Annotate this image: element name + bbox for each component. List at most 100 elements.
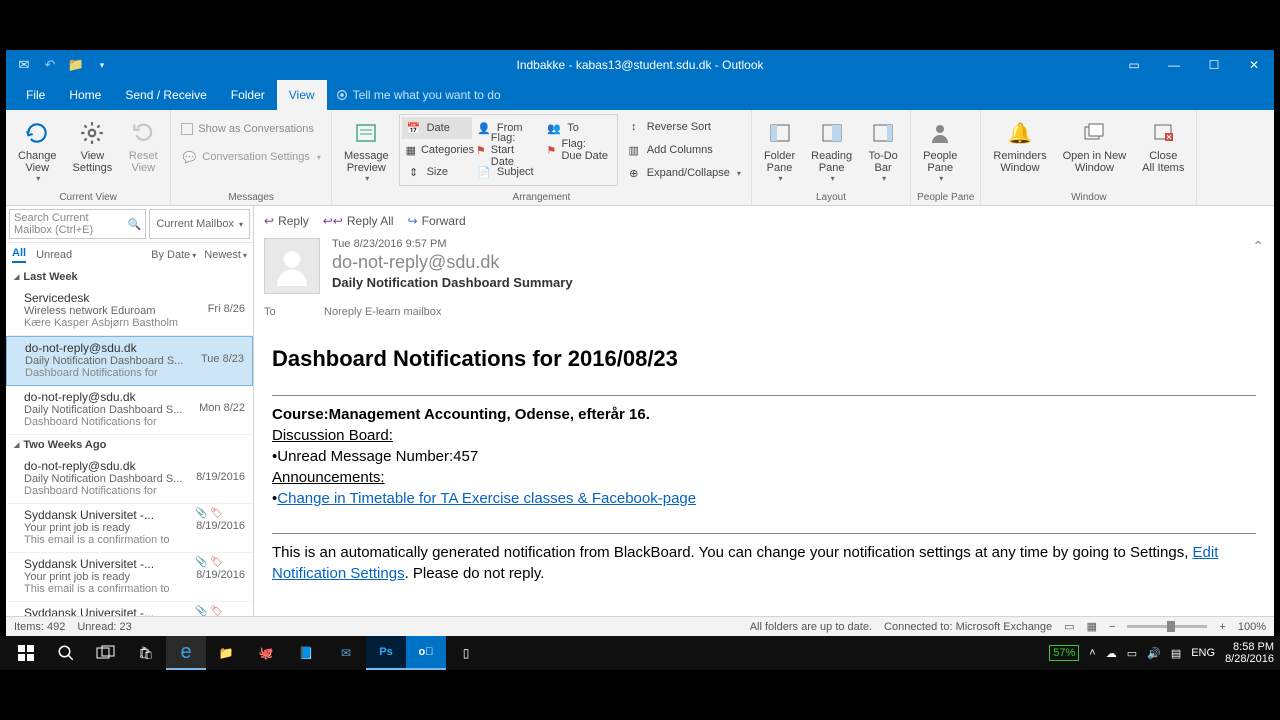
maximize-button[interactable]: ☐ [1194, 50, 1234, 80]
store-app-icon[interactable]: 🛍 [126, 636, 166, 670]
close-all-button[interactable]: Close All Items [1136, 114, 1190, 178]
task-view-button[interactable] [86, 636, 126, 670]
change-view-button[interactable]: Change View [12, 114, 63, 187]
photoshop-app-icon[interactable]: Ps [366, 636, 406, 670]
window-icon [1079, 118, 1109, 148]
zoom-in-button[interactable]: + [1219, 621, 1225, 633]
message-preview-button[interactable]: Message Preview [338, 114, 395, 187]
arrange-subject[interactable]: 📄Subject [472, 161, 542, 183]
zoom-out-button[interactable]: − [1109, 621, 1115, 633]
expand-collapse-button[interactable]: ⊕Expand/Collapse [622, 162, 745, 184]
forward-button[interactable]: ↪Forward [408, 214, 466, 228]
message-list[interactable]: Last Week Servicedesk Wireless network E… [6, 267, 253, 616]
reminders-button[interactable]: 🔔Reminders Window [987, 114, 1052, 178]
todo-bar-button[interactable]: To-Do Bar [862, 114, 904, 187]
mail-app-icon[interactable]: ✉ [326, 636, 366, 670]
date-icon: 📅 [406, 120, 422, 136]
search-scope-dropdown[interactable]: Current Mailbox [149, 209, 250, 239]
group-two-weeks[interactable]: Two Weeks Ago [6, 435, 253, 455]
columns-icon: ▥ [626, 142, 642, 158]
language-indicator[interactable]: ENG [1191, 647, 1215, 659]
app-icon[interactable]: 📘 [286, 636, 326, 670]
qat-undo-icon[interactable]: ↶ [42, 57, 58, 73]
reading-pane-button[interactable]: Reading Pane [805, 114, 858, 187]
view-settings-button[interactable]: View Settings [67, 114, 119, 178]
clock[interactable]: 8:58 PM 8/28/2016 [1225, 641, 1274, 665]
tab-file[interactable]: File [14, 80, 57, 110]
arrange-categories[interactable]: ▦Categories [402, 139, 472, 161]
qat-folder-icon[interactable]: 📁 [68, 57, 84, 73]
show-conversations-checkbox[interactable]: Show as Conversations [177, 118, 318, 140]
footer-text: This is an automatically generated notif… [272, 542, 1256, 584]
search-button[interactable] [46, 636, 86, 670]
qat-customize-icon[interactable]: ▾ [94, 57, 110, 73]
group-label-layout: Layout [758, 190, 904, 205]
action-center-icon[interactable]: ▭ [1127, 647, 1137, 660]
explorer-app-icon[interactable]: 📁 [206, 636, 246, 670]
reverse-sort-button[interactable]: ↕Reverse Sort [622, 116, 745, 138]
tell-me-search[interactable]: Tell me what you want to do [327, 80, 501, 110]
arrange-flag-start[interactable]: ⚑Flag: Start Date [472, 139, 542, 161]
onedrive-icon[interactable]: ☁ [1106, 647, 1117, 660]
filter-all[interactable]: All [12, 247, 26, 263]
document-app-icon[interactable]: ▯ [446, 636, 486, 670]
outlook-app-icon[interactable]: o⃞ [406, 636, 446, 670]
group-last-week[interactable]: Last Week [6, 267, 253, 287]
status-bar: Items: 492 Unread: 23 All folders are up… [6, 616, 1274, 636]
arrange-date[interactable]: 📅Date [402, 117, 472, 139]
message-item[interactable]: Syddansk Universitet -... Your print job… [6, 504, 253, 553]
arrange-to[interactable]: 👥To [542, 117, 612, 139]
flag-icon: 🏷 [210, 557, 223, 568]
close-button[interactable]: ✕ [1234, 50, 1274, 80]
sort-by-date[interactable]: By Date [151, 249, 196, 261]
reply-button[interactable]: ↩Reply [264, 214, 309, 228]
tab-home[interactable]: Home [57, 80, 113, 110]
reply-all-button[interactable]: ↩↩Reply All [323, 214, 394, 228]
qat-sendreceive-icon[interactable]: ✉ [16, 57, 32, 73]
conversation-settings-button[interactable]: 💬Conversation Settings [177, 146, 325, 168]
sender-avatar [264, 238, 320, 294]
minimize-button[interactable]: — [1154, 50, 1194, 80]
reset-view-button[interactable]: Reset View [122, 114, 164, 178]
tray-chevron-icon[interactable]: ˄ [1089, 647, 1095, 659]
message-list-pane: Search Current Mailbox (Ctrl+E)🔍 Current… [6, 206, 254, 616]
preview-icon [351, 118, 381, 148]
expand-header-icon[interactable]: ⌃ [1252, 238, 1264, 294]
arrange-size[interactable]: ⇕Size [402, 161, 472, 183]
view-reading-icon[interactable]: ▦ [1087, 620, 1097, 633]
app-icon[interactable]: 🐙 [246, 636, 286, 670]
tab-view[interactable]: View [277, 80, 327, 110]
search-input[interactable]: Search Current Mailbox (Ctrl+E)🔍 [9, 209, 146, 239]
battery-icon[interactable]: 57% [1049, 645, 1079, 661]
new-window-button[interactable]: Open in New Window [1057, 114, 1133, 178]
folder-pane-button[interactable]: Folder Pane [758, 114, 801, 187]
volume-icon[interactable]: 🔊 [1147, 647, 1161, 660]
add-columns-button[interactable]: ▥Add Columns [622, 139, 745, 161]
message-item[interactable]: do-not-reply@sdu.dk Daily Notification D… [6, 336, 253, 386]
announcement-link[interactable]: Change in Timetable for TA Exercise clas… [277, 490, 696, 507]
edge-app-icon[interactable]: e [166, 636, 206, 670]
message-item[interactable]: do-not-reply@sdu.dk Daily Notification D… [6, 386, 253, 435]
arrangement-gallery[interactable]: 📅Date 👤From 👥To ▦Categories ⚑Flag: Start… [399, 114, 618, 186]
tab-send-receive[interactable]: Send / Receive [113, 80, 218, 110]
reading-pane: ↩Reply ↩↩Reply All ↪Forward Tue 8/23/201… [254, 206, 1274, 616]
change-view-icon [22, 118, 52, 148]
todo-icon [868, 118, 898, 148]
filter-unread[interactable]: Unread [36, 249, 72, 261]
tab-folder[interactable]: Folder [219, 80, 277, 110]
view-normal-icon[interactable]: ▭ [1064, 620, 1074, 633]
people-pane-button[interactable]: People Pane [917, 114, 963, 187]
message-item[interactable]: do-not-reply@sdu.dk Daily Notification D… [6, 455, 253, 504]
taskbar[interactable]: 🛍 e 📁 🐙 📘 ✉ Ps o⃞ ▯ 57% ˄ ☁ ▭ 🔊 ▤ ENG 8:… [0, 636, 1280, 670]
start-button[interactable] [6, 636, 46, 670]
sort-newest[interactable]: Newest [204, 249, 247, 261]
message-body: Dashboard Notifications for 2016/08/23 C… [264, 328, 1264, 600]
message-item[interactable]: Syddansk Universitet -... Your print job… [6, 553, 253, 602]
status-items: Items: 492 [14, 621, 65, 633]
ribbon-options-icon[interactable]: ▭ [1114, 50, 1154, 80]
zoom-slider[interactable] [1127, 625, 1207, 628]
network-icon[interactable]: ▤ [1171, 647, 1181, 660]
message-item[interactable]: Servicedesk Wireless network Eduroam Kær… [6, 287, 253, 336]
arrange-flag-due[interactable]: ⚑Flag: Due Date [542, 139, 612, 161]
message-item[interactable]: Syddansk Universitet -... Your print job… [6, 602, 253, 616]
